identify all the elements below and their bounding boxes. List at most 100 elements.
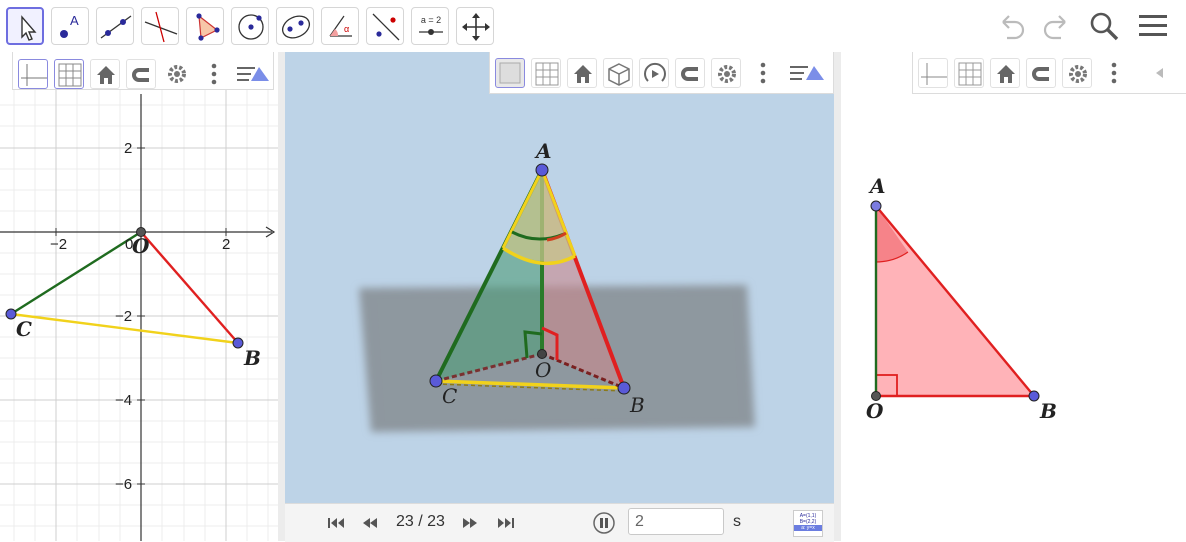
show-axes-button[interactable] (918, 58, 948, 88)
settings-button[interactable] (1062, 58, 1092, 88)
angle-tool-button[interactable]: α (321, 7, 359, 45)
home-icon (97, 66, 115, 84)
panel-divider[interactable] (278, 52, 285, 541)
more-options-button[interactable] (1099, 58, 1129, 88)
conic-tool-button[interactable] (276, 7, 314, 45)
line-tool-button[interactable] (96, 7, 134, 45)
graph-2d-canvas[interactable] (0, 52, 278, 541)
polygon-tool-button[interactable] (186, 7, 224, 45)
slider-icon: a = 2 (419, 15, 443, 35)
toggle-style-bar-button[interactable] (235, 59, 271, 89)
next-step-icon[interactable] (461, 516, 479, 530)
speed-input[interactable] (628, 508, 724, 535)
standard-view-button[interactable] (90, 59, 120, 89)
toggle-style-bar-3d-button[interactable] (788, 58, 828, 88)
circle-tool-button[interactable] (231, 7, 269, 45)
point-C-3d[interactable] (429, 374, 443, 388)
graphics-view-3d[interactable]: A O C B (285, 52, 834, 503)
first-step-icon[interactable] (327, 516, 345, 530)
magnet-icon (1032, 67, 1049, 81)
step-counter: 23 / 23 (396, 513, 445, 530)
main-toolbar: A α a = 2 (0, 0, 1186, 53)
move-graphics-icon (462, 13, 490, 41)
graphics-view-2d[interactable]: −2 0 2 2 −2 −4 −6 O C B (0, 52, 278, 541)
perpendicular-tool-button[interactable] (141, 7, 179, 45)
search-icon[interactable] (1088, 10, 1120, 42)
point-A-icon: A (60, 13, 79, 38)
last-step-icon[interactable] (497, 516, 515, 530)
show-axes-button[interactable] (18, 59, 48, 89)
gear-icon (168, 65, 186, 83)
label-A: A (870, 174, 886, 198)
show-grid-button[interactable] (54, 59, 84, 89)
cursor-icon (21, 15, 37, 41)
label-B: B (1040, 399, 1057, 423)
magnet-button[interactable] (126, 59, 156, 89)
triangle-canvas[interactable] (841, 52, 1186, 541)
move-view-tool-button[interactable] (456, 7, 494, 45)
show-plane-button[interactable] (495, 58, 525, 88)
reflect-tool-button[interactable] (366, 7, 404, 45)
pause-icon[interactable] (593, 512, 615, 534)
hamburger-menu-icon[interactable] (1137, 10, 1169, 42)
show-grid-3d-button[interactable] (531, 58, 561, 88)
segment-OC[interactable] (10, 230, 142, 316)
svg-text:α: α (344, 24, 349, 34)
ellipse-icon (281, 15, 311, 39)
style-bar-icon (790, 66, 824, 80)
label-C-3d: C (442, 384, 458, 408)
axes-icon (21, 64, 47, 86)
angle-sector (876, 206, 908, 263)
label-B-3d: B (630, 393, 645, 417)
y-tick-label: −4 (115, 392, 133, 409)
slider-tool-button[interactable]: a = 2 (411, 7, 449, 45)
point-C[interactable] (5, 308, 17, 320)
settings-3d-button[interactable] (711, 58, 741, 88)
graphics-3d-style-bar (489, 52, 834, 94)
view-direction-button[interactable] (603, 58, 633, 88)
rotate-icon (644, 62, 666, 82)
point-A-3d[interactable] (535, 163, 549, 177)
graphics-2-style-bar (912, 52, 1186, 94)
rotate-view-button[interactable] (639, 58, 669, 88)
more-vertical-icon (211, 63, 217, 85)
standard-view-button[interactable] (990, 58, 1020, 88)
expand-style-bar-button[interactable] (1149, 58, 1169, 88)
more-options-button[interactable] (199, 59, 229, 89)
standard-view-3d-button[interactable] (567, 58, 597, 88)
magnet-button[interactable] (1026, 58, 1056, 88)
show-grid-button[interactable] (954, 58, 984, 88)
graphics-view-2[interactable]: A O B (841, 52, 1186, 541)
undo-icon[interactable] (995, 10, 1027, 42)
settings-button[interactable] (162, 59, 192, 89)
more-vertical-icon (1111, 62, 1117, 84)
graph-3d-canvas[interactable] (285, 52, 834, 503)
algebra-table-button[interactable]: A=(1,1) B=(2,2) a: y=x (793, 510, 823, 537)
line-icon (100, 15, 132, 39)
magnet-icon (132, 68, 149, 82)
grid-icon (958, 62, 982, 86)
label-O: O (132, 234, 150, 258)
animation-bar: 23 / 23 s A=(1,1) B=(2,2) a: y=x (285, 503, 834, 542)
point-B-3d[interactable] (617, 381, 631, 395)
more-vertical-icon (760, 62, 766, 84)
grid-icon (535, 62, 559, 86)
point-B[interactable] (232, 337, 244, 349)
angle-icon: α (329, 15, 352, 37)
point-tool-button[interactable]: A (51, 7, 89, 45)
previous-step-icon[interactable] (361, 516, 379, 530)
redo-icon[interactable] (1041, 10, 1073, 42)
point-A[interactable] (870, 200, 882, 212)
point-B[interactable] (1028, 390, 1040, 402)
graphics-2d-style-bar (12, 52, 274, 90)
panel-divider[interactable] (834, 52, 841, 541)
label-A-3d: A (536, 139, 552, 163)
algebra-row: a: y=x (794, 525, 822, 531)
y-tick-label: −2 (115, 308, 133, 325)
perpendicular-icon (144, 11, 178, 43)
home-icon (997, 65, 1015, 83)
magnet-icon (681, 67, 698, 81)
move-tool-button[interactable] (6, 7, 44, 45)
magnet-3d-button[interactable] (675, 58, 705, 88)
more-options-3d-button[interactable] (748, 58, 778, 88)
